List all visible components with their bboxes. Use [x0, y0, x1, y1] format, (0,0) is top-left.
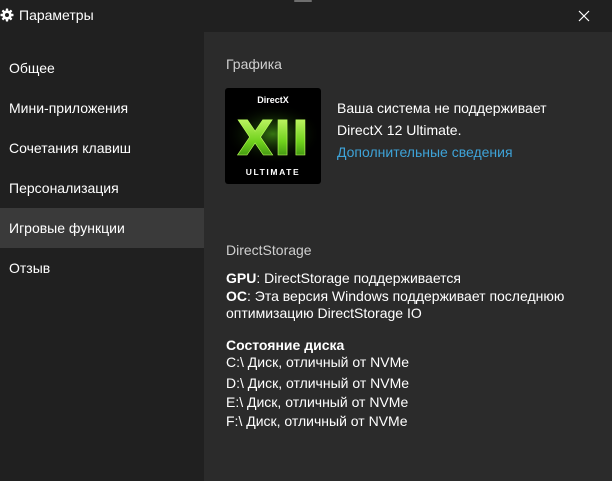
sidebar-item-label: Игровые функции: [9, 220, 125, 236]
sidebar-item-label: Персонализация: [9, 180, 119, 196]
disk-status-item: E:\ Диск, отличный от NVMe: [226, 394, 409, 410]
disk-status-item: C:\ Диск, отличный от NVMe: [226, 354, 410, 370]
logo-bottom-text: ULTIMATE: [246, 167, 301, 177]
dx12-status-line2: DirectX 12 Ultimate.: [337, 122, 462, 138]
gpu-label: GPU: [226, 270, 257, 286]
gear-icon: [0, 8, 14, 22]
dx12-status-line1: Ваша система не поддерживает: [337, 100, 547, 116]
directx-12-ultimate-logo: DirectX XII ULTIMATE: [225, 88, 321, 184]
content-panel: Графика DirectX XII ULTIMATE Ваша систем…: [204, 32, 612, 481]
close-icon: [578, 10, 590, 22]
disk-status-item: F:\ Диск, отличный от NVMe: [226, 413, 408, 429]
logo-top-text: DirectX: [257, 95, 289, 105]
drag-handle[interactable]: [294, 0, 312, 2]
close-button[interactable]: [572, 4, 596, 28]
title-bar: Параметры: [0, 0, 612, 32]
disk-status-title: Состояние диска: [226, 337, 345, 353]
logo-main-text: XII: [237, 111, 310, 167]
os-status: ОС: Эта версия Windows поддерживает посл…: [226, 288, 564, 305]
directstorage-section-title: DirectStorage: [226, 242, 312, 258]
sidebar: Общее Мини-приложения Сочетания клавиш П…: [0, 32, 204, 481]
sidebar-item-label: Отзыв: [9, 260, 51, 276]
graphics-section-title: Графика: [226, 56, 282, 72]
sidebar-item-gaming-features[interactable]: Игровые функции: [0, 208, 204, 248]
sidebar-item-shortcuts[interactable]: Сочетания клавиш: [0, 128, 204, 168]
gpu-status-text: : DirectStorage поддерживается: [256, 270, 461, 286]
sidebar-item-widgets[interactable]: Мини-приложения: [0, 88, 204, 128]
gpu-status: GPU: DirectStorage поддерживается: [226, 270, 461, 287]
disk-status-item: D:\ Диск, отличный от NVMe: [226, 375, 410, 391]
sidebar-item-feedback[interactable]: Отзыв: [0, 248, 204, 288]
sidebar-item-general[interactable]: Общее: [0, 48, 204, 88]
os-status-text: : Эта версия Windows поддерживает послед…: [247, 288, 565, 304]
sidebar-item-label: Общее: [9, 60, 55, 76]
os-status-line2: оптимизацию DirectStorage IO: [226, 305, 422, 321]
more-info-link[interactable]: Дополнительные сведения: [337, 144, 513, 160]
window-title: Параметры: [19, 7, 94, 23]
sidebar-item-personalization[interactable]: Персонализация: [0, 168, 204, 208]
sidebar-item-label: Сочетания клавиш: [9, 140, 131, 156]
os-label: ОС: [226, 288, 247, 304]
sidebar-item-label: Мини-приложения: [9, 100, 129, 116]
